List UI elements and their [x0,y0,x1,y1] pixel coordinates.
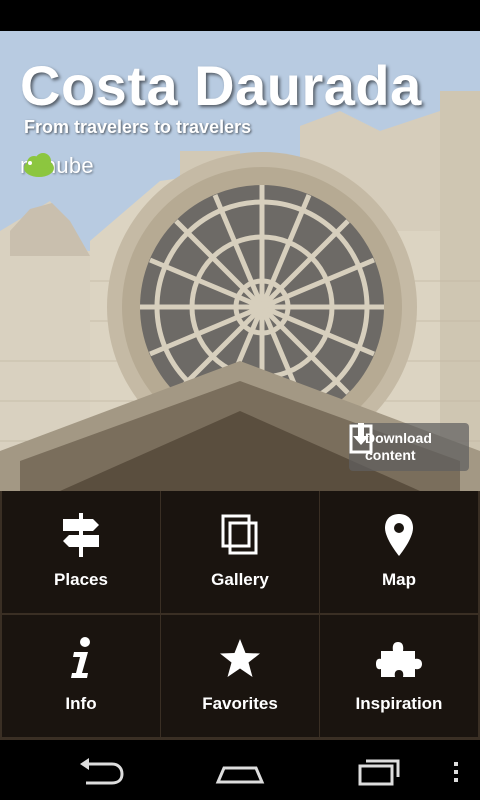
download-icon [349,423,373,454]
navigation-bar [0,740,480,800]
menu-label-favorites: Favorites [202,694,278,713]
download-label-line2: content [365,447,416,463]
menu-label-map: Map [382,570,416,589]
recent-apps-icon[interactable] [352,750,408,790]
menu-tile-inspiration[interactable]: Inspiration [320,615,478,737]
overflow-menu-icon[interactable] [446,750,466,790]
download-label-line1: Download [365,430,432,446]
menu-label-places: Places [54,570,108,589]
download-content-label: Download content [365,430,445,464]
gallery-icon [221,514,258,555]
home-icon[interactable] [212,750,268,790]
map-pin-icon [385,514,413,556]
menu-label-gallery: Gallery [211,570,269,589]
download-content-button[interactable]: Download content [349,423,469,471]
menu-tile-gallery[interactable]: Gallery [161,491,319,613]
info-icon [71,637,90,678]
app-title: Costa Daurada [20,54,422,117]
app-screen: Costa Daurada From travelers to traveler… [0,0,480,800]
app-subtitle: From travelers to travelers [24,117,252,137]
menu-label-info: Info [65,694,97,713]
star-icon [220,639,260,677]
back-icon[interactable] [72,750,128,790]
menu-grid: Places Gallery Map Info Favorites Inspir… [0,491,480,740]
minube-cloud-icon [24,153,54,177]
menu-tile-places[interactable]: Places [2,491,160,613]
status-bar [0,0,480,31]
puzzle-icon [376,642,422,677]
brand-logo: minube [20,151,94,181]
menu-tile-info[interactable]: Info [2,615,160,737]
menu-label-inspiration: Inspiration [355,694,443,713]
menu-tile-favorites[interactable]: Favorites [161,615,319,737]
signpost-icon [63,513,99,557]
menu-tile-map[interactable]: Map [320,491,478,613]
